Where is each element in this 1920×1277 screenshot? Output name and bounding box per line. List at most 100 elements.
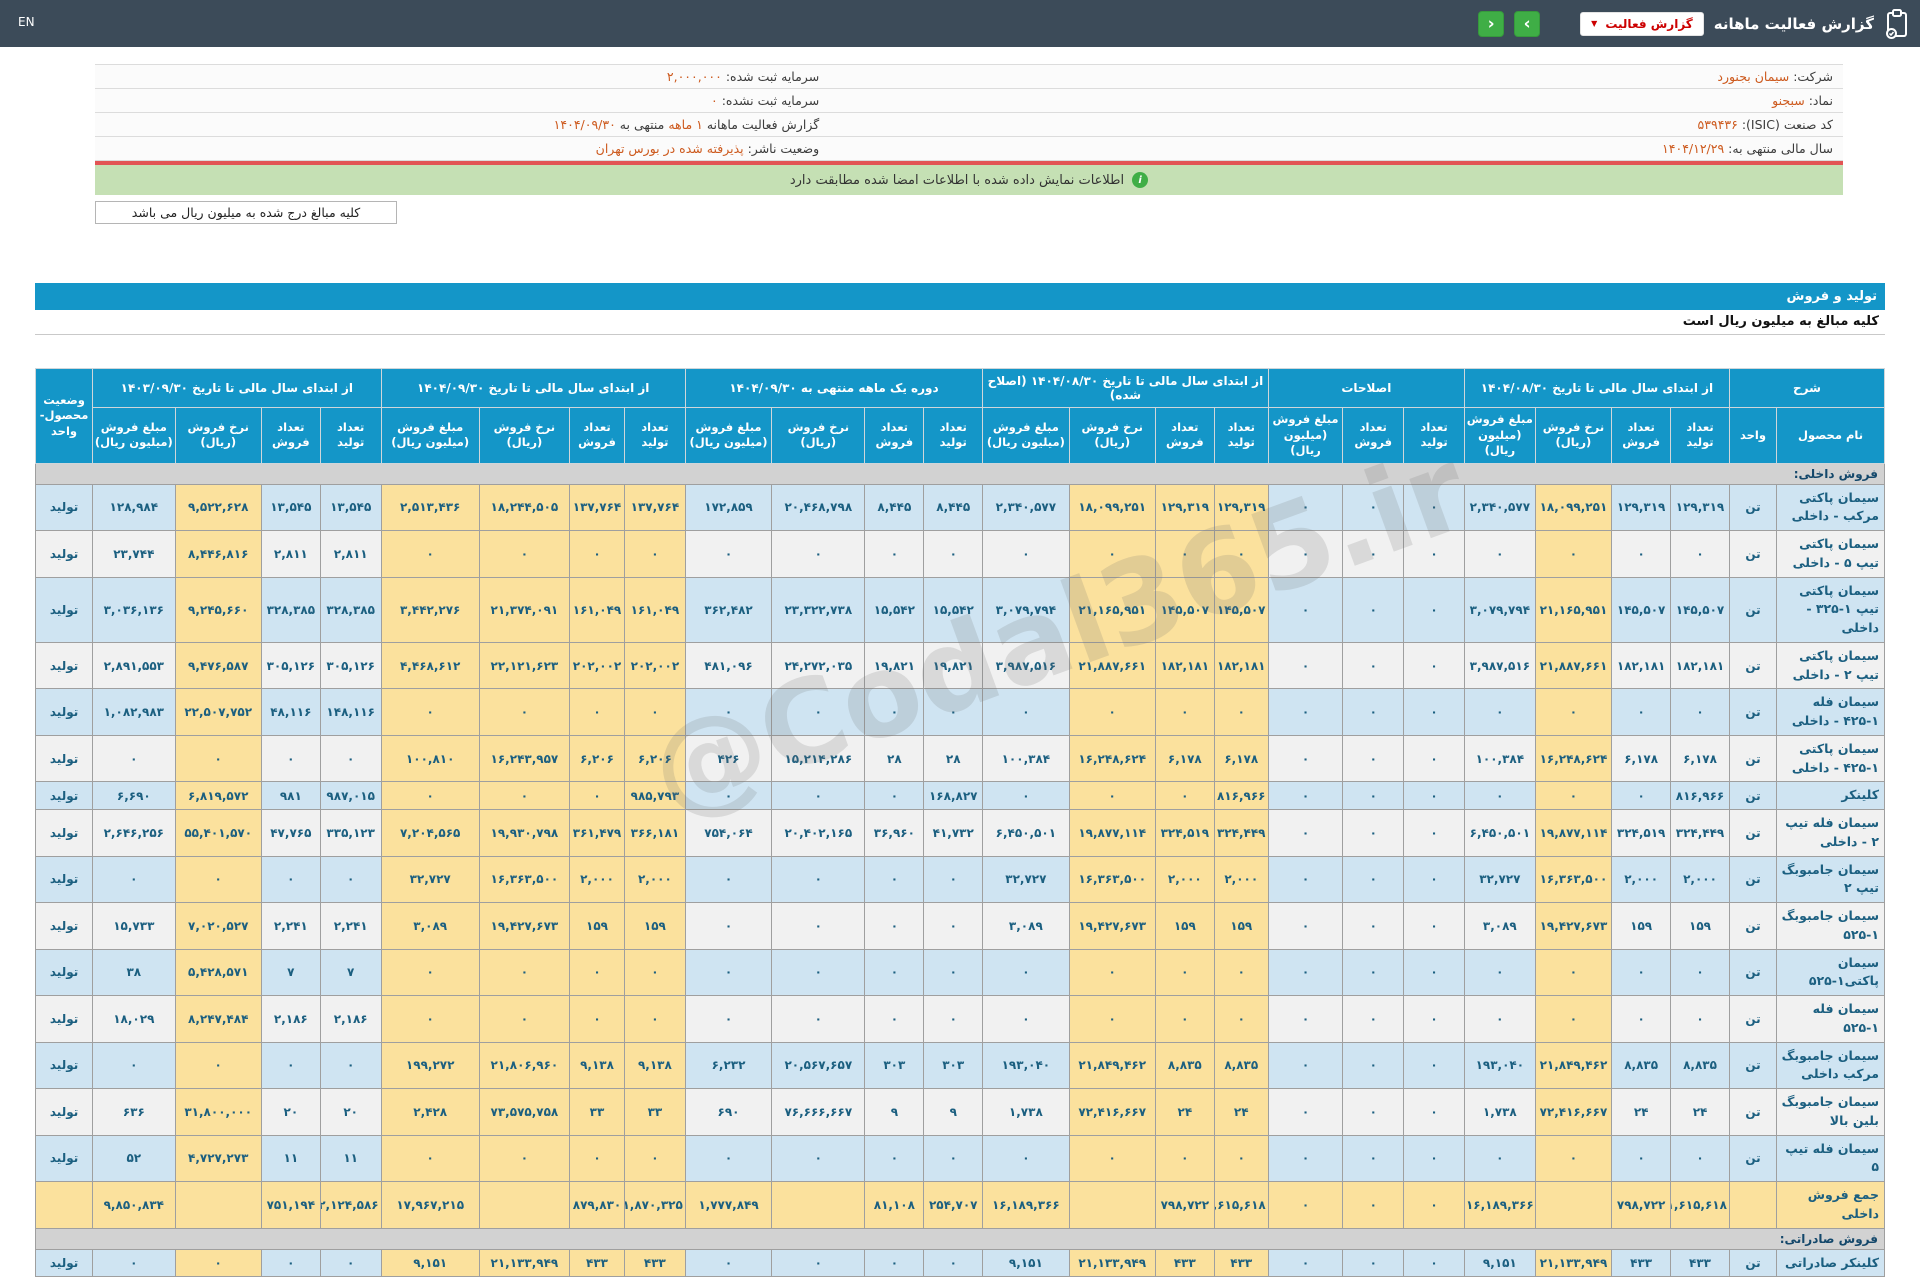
value-cell: ۰ — [771, 781, 866, 811]
value-cell: ۱۹,۴۲۷,۶۷۳ — [478, 902, 571, 950]
value-cell: ۰ — [1611, 530, 1672, 578]
value-cell: ۲,۱۸۶ — [260, 995, 321, 1043]
value-cell: ۶,۱۷۸ — [1213, 734, 1269, 783]
column-group-header: شرح — [1728, 368, 1886, 408]
value-cell: ۱۸۲,۱۸۱ — [1611, 641, 1672, 690]
value-cell: ۲۲,۵۰۷,۷۵۲ — [174, 688, 262, 736]
chevron-left-icon: ‹ — [1487, 13, 1495, 34]
product-name-cell: سیمان فله ۱-۴۲۵ - داخلی — [1776, 688, 1885, 736]
value-cell: ۰ — [1342, 902, 1405, 950]
value-cell: ۰ — [319, 855, 382, 904]
report-period-middle: منتهی به — [619, 117, 665, 132]
value-cell: ۰ — [623, 948, 686, 997]
value-cell: ۱۵۹ — [623, 902, 686, 950]
value-cell: ۰ — [1534, 781, 1613, 811]
value-cell: ۰ — [1154, 781, 1215, 811]
value-cell: ۰ — [771, 1134, 866, 1183]
product-name-cell: کلینکر صادراتی — [1776, 1248, 1885, 1277]
column-header: مبلغ فروش (میلیون ریال) — [1267, 407, 1344, 464]
value-cell: ۰ — [380, 948, 480, 997]
amounts-unit-box: کلیه مبالغ درج شده به میلیون ریال می باش… — [95, 201, 397, 224]
value-cell: ۴۳۳ — [1611, 1248, 1672, 1277]
value-cell: ۰ — [1267, 1041, 1344, 1090]
section-row-label: فروش صادراتی: — [35, 1227, 1885, 1250]
column-header: مبلغ فروش (میلیون ریال) — [1464, 407, 1536, 464]
column-group-header: دوره یک ماهه منتهی به ۱۴۰۴/۰۹/۳۰ — [684, 368, 984, 408]
value-cell: ۱۸,۰۲۹ — [92, 995, 176, 1043]
product-name-cell: سیمان جامبوبگ ۱-۵۲۵ — [1776, 902, 1885, 950]
value-cell: ۲۱,۳۷۴,۰۹۱ — [478, 576, 571, 643]
value-cell: ۰ — [1342, 1181, 1405, 1229]
column-header: نرخ فروش (ریال) — [478, 407, 571, 464]
value-cell: ۰ — [380, 530, 480, 578]
symbol-value: سبجنو — [1772, 93, 1805, 108]
table-row: جمع فروش داخلی ۱,۶۱۵,۶۱۸ ۷۹۸,۷۲۲ ۱۶,۱۸۹,۳۶۶… — [34, 1181, 1885, 1229]
value-cell: ۰ — [174, 855, 262, 904]
value-cell: ۱۹,۴۲۷,۶۷۳ — [1068, 902, 1156, 950]
value-cell: ۱۳,۵۴۵ — [260, 483, 321, 532]
value-cell: ۲۰,۴۰۲,۱۶۵ — [771, 809, 866, 857]
value-cell: ۰ — [1670, 995, 1730, 1043]
value-cell: ۸۷۹,۸۳۰ — [569, 1181, 625, 1229]
value-cell: ۰ — [1068, 995, 1156, 1043]
value-cell: ۱,۷۳۸ — [982, 1088, 1070, 1136]
value-cell: ۰ — [771, 1248, 866, 1277]
value-cell: ۲۳,۳۲۲,۷۳۸ — [771, 576, 866, 643]
value-cell: ۰ — [684, 1248, 773, 1277]
value-cell: ۰ — [319, 734, 382, 783]
status-cell: تولید — [34, 688, 94, 736]
value-cell: ۷۵۱,۱۹۴ — [260, 1181, 321, 1229]
info-icon: i — [1132, 172, 1149, 188]
value-cell: ۰ — [923, 530, 984, 578]
value-cell: ۴۳۳ — [1154, 1248, 1215, 1277]
value-cell: ۰ — [1267, 1248, 1344, 1277]
language-switch-en[interactable]: EN — [18, 15, 35, 29]
report-period-length: ۱ ماهه — [668, 117, 703, 132]
next-report-button[interactable]: › — [1514, 10, 1541, 37]
value-cell: ۰ — [1267, 530, 1344, 578]
value-cell: ۸۱۶,۹۶۶ — [1670, 781, 1730, 811]
column-header: تعداد تولید — [319, 407, 382, 464]
value-cell: ۲,۰۰۰ — [1213, 855, 1269, 904]
value-cell: ۲,۵۱۳,۴۳۶ — [380, 483, 480, 532]
value-cell: ۳۲,۷۲۷ — [1464, 855, 1536, 904]
value-cell: ۹۸۷,۰۱۵ — [319, 781, 382, 811]
column-group-header: از ابتدای سال مالی تا تاریخ ۱۴۰۳/۰۹/۳۰ — [92, 368, 382, 408]
value-cell: ۰ — [1403, 855, 1465, 904]
value-cell: ۰ — [684, 855, 773, 904]
product-name-cell: سیمان پاکتی تیپ ۱-۳۲۵ - داخلی — [1776, 576, 1885, 643]
value-cell: ۳,۰۸۹ — [982, 902, 1070, 950]
value-cell: ۱۵۹ — [1611, 902, 1672, 950]
value-cell: ۰ — [1342, 734, 1405, 783]
value-cell: ۰ — [1611, 1134, 1672, 1183]
value-cell: ۲۱,۸۴۹,۴۶۲ — [1068, 1041, 1156, 1090]
product-name-cell: سیمان پاکتی تیپ ۲ - داخلی — [1776, 641, 1885, 690]
column-header: تعداد تولید — [1213, 407, 1269, 464]
column-group-header: از ابتدای سال مالی تا تاریخ ۱۴۰۴/۰۸/۳۰ (… — [982, 368, 1269, 408]
value-cell: ۰ — [864, 902, 925, 950]
value-cell: ۰ — [864, 530, 925, 578]
report-type-dropdown[interactable]: گزارش فعالیت ▼ — [1580, 11, 1704, 36]
value-cell — [1068, 1181, 1156, 1229]
isic-field: کد صنعت (ISIC): ۵۳۹۴۳۶ — [829, 117, 1843, 132]
value-cell: ۳۲۸,۳۸۵ — [260, 576, 321, 643]
value-cell: ۰ — [684, 530, 773, 578]
value-cell: ۳۲۴,۵۱۹ — [1154, 809, 1215, 857]
previous-report-button[interactable]: ‹ — [1478, 10, 1505, 37]
value-cell: ۱۶,۱۸۹,۳۶۶ — [1464, 1181, 1536, 1229]
value-cell: ۲۸ — [864, 734, 925, 783]
value-cell: ۳۲,۷۲۷ — [380, 855, 480, 904]
table-row: سیمان پاکتی تیپ ۱-۳۲۵ - داخلی تن ۱۴۵,۵۰۷ ۱۴… — [34, 576, 1885, 643]
value-cell: ۲,۰۰۰ — [1154, 855, 1215, 904]
value-cell: ۳۰۵,۱۲۶ — [319, 641, 382, 690]
unit-cell: تن — [1728, 483, 1778, 532]
value-cell: ۰ — [982, 948, 1070, 997]
company-field: شرکت: سیمان بجنورد — [829, 69, 1843, 84]
value-cell: ۰ — [1403, 688, 1465, 736]
value-cell: ۳۰۳ — [923, 1041, 984, 1090]
value-cell: ۰ — [569, 995, 625, 1043]
table-row: سیمان پاکتی تیپ ۵ - داخلی تن ۰ ۰ ۰ ۰ ۰ ۰ ۰ ۰ ۰ ۰ ۰ ۰ ۰… — [34, 530, 1885, 578]
table-row: سیمان پاکتی۱-۵۲۵ تن ۰ ۰ ۰ ۰ ۰ ۰ ۰ ۰ ۰ ۰ ۰ ۰ ۰ ۰ ۰ ۰ ۰ ۰ ۰ ۷ ۷ ۵… — [34, 948, 1885, 997]
value-cell: ۰ — [1464, 688, 1536, 736]
issuer-status-value: پذیرفته شده در بورس تهران — [595, 141, 744, 156]
